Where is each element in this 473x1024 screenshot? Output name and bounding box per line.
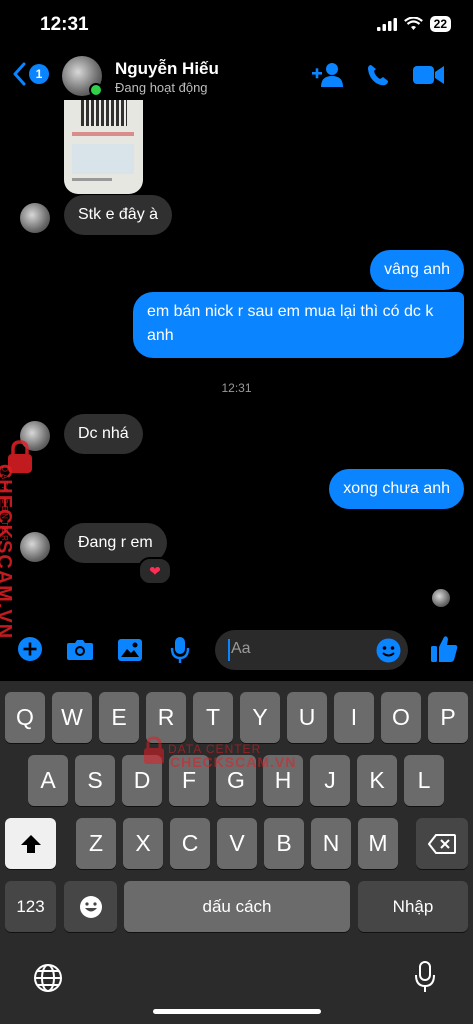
return-key[interactable]: Nhập [358,881,468,932]
key-s[interactable]: S [75,755,115,806]
key-y[interactable]: Y [240,692,280,743]
shift-key[interactable] [5,818,56,869]
globe-icon[interactable] [33,963,63,993]
key-u[interactable]: U [287,692,327,743]
text-cursor [228,639,230,661]
back-chevron-icon [13,62,26,86]
key-p[interactable]: P [428,692,468,743]
key-z[interactable]: Z [76,818,116,869]
keyboard-watermark-lock-icon [144,736,164,764]
sender-avatar [20,532,50,562]
key-i[interactable]: I [334,692,374,743]
emoji-key[interactable] [64,881,117,932]
backspace-key[interactable] [416,818,468,869]
key-t[interactable]: T [193,692,233,743]
key-w[interactable]: W [52,692,92,743]
contact-name[interactable]: Nguyễn Hiếu [115,59,219,79]
key-q[interactable]: Q [5,692,45,743]
key-n[interactable]: N [311,818,351,869]
key-l[interactable]: L [404,755,444,806]
camera-icon[interactable] [66,639,94,661]
key-k[interactable]: K [357,755,397,806]
message-bubble-incoming[interactable]: Dc nhá [64,414,143,454]
message-bubble-outgoing[interactable]: vâng anh [370,250,464,290]
key-a[interactable]: A [28,755,68,806]
key-m[interactable]: M [358,818,398,869]
sender-avatar [20,203,50,233]
watermark-tagline: DATA CENTER [0,466,9,543]
seen-avatar [432,589,450,607]
key-v[interactable]: V [217,818,257,869]
heart-reaction[interactable]: ❤ [138,557,172,585]
keyboard: QWERTYUIOP ASDFGHJKL ZXCVBNM 123 dấu các… [0,681,473,1024]
message-input[interactable]: Aa [215,630,408,670]
wifi-icon [403,17,423,30]
space-key[interactable]: dấu cách [124,881,350,932]
emoji-keyboard-icon [79,895,102,918]
message-bubble-outgoing[interactable]: xong chưa anh [329,469,464,509]
numbers-key[interactable]: 123 [5,881,56,932]
key-j[interactable]: J [310,755,350,806]
battery-indicator: 22 [429,16,451,32]
keyboard-watermark-brand: CHECKSCAM.VN [170,754,297,770]
emoji-icon[interactable] [376,638,401,663]
signal-icon [376,17,397,31]
image-message[interactable] [64,100,143,194]
video-icon[interactable] [413,65,445,85]
key-x[interactable]: X [123,818,163,869]
status-icons: 22 [376,16,451,32]
message-placeholder: Aa [231,640,251,657]
contact-status: Đang hoạt động [115,80,208,95]
back-button[interactable]: 1 [12,62,49,86]
mic-icon[interactable] [170,636,190,664]
unread-badge: 1 [29,64,49,84]
plus-icon[interactable] [17,636,43,662]
gallery-icon[interactable] [117,638,143,662]
key-o[interactable]: O [381,692,421,743]
dictation-mic-icon[interactable] [414,961,436,993]
key-b[interactable]: B [264,818,304,869]
home-indicator [153,1009,321,1014]
key-e[interactable]: E [99,692,139,743]
like-icon[interactable] [430,634,458,664]
phone-icon[interactable] [366,62,390,88]
message-bubble-outgoing[interactable]: em bán nick r sau em mua lại thì có dc k… [133,292,464,358]
key-c[interactable]: C [170,818,210,869]
message-timestamp: 12:31 [221,381,252,395]
shift-icon [20,834,41,853]
message-bubble-incoming[interactable]: Stk e đây à [64,195,173,235]
add-person-icon[interactable] [312,62,344,88]
status-time: 12:31 [40,14,89,35]
backspace-icon [428,833,456,854]
online-indicator [89,83,103,97]
